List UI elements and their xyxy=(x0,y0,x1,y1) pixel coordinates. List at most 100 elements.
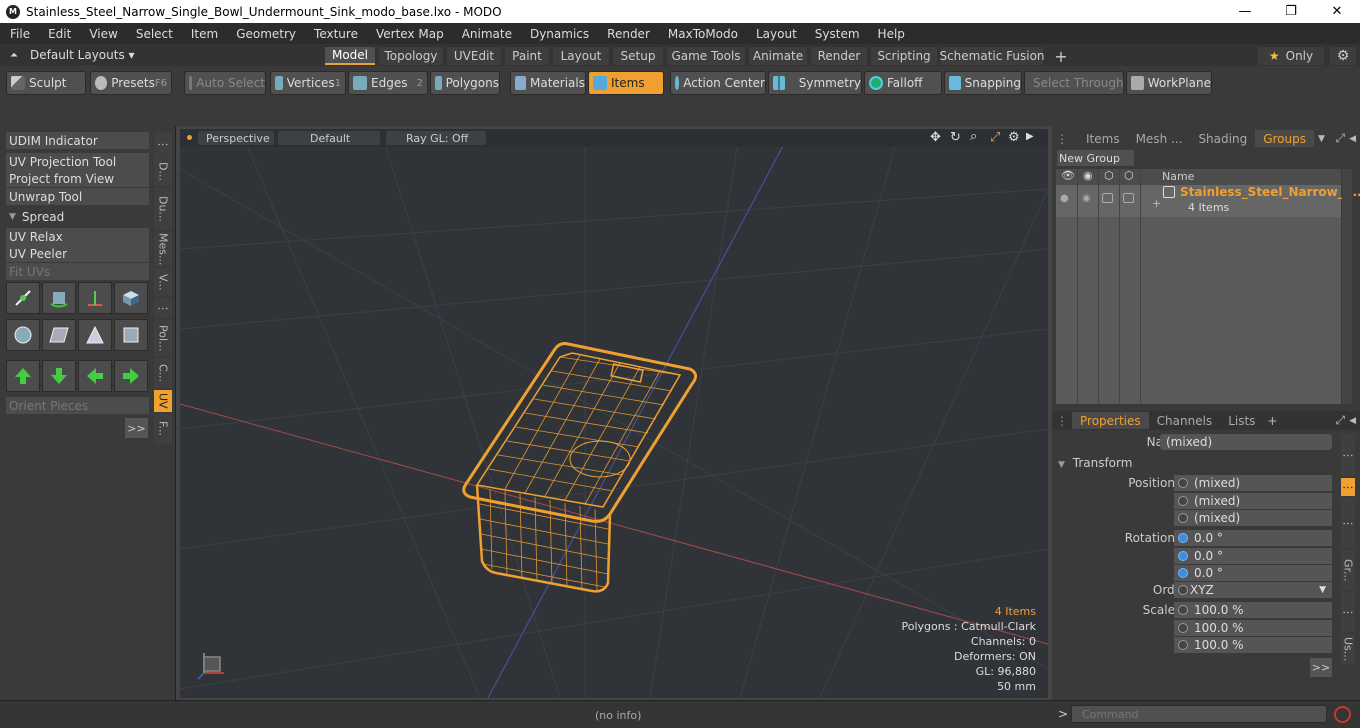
expand-panel-icon[interactable]: ⤢ xyxy=(1335,131,1345,146)
arrow-up-icon[interactable] xyxy=(6,360,40,392)
menu-animate[interactable]: Animate xyxy=(452,27,520,41)
tab-render[interactable]: Render xyxy=(811,47,867,65)
props-arrow-icon[interactable]: ◀ xyxy=(1349,416,1356,426)
position-y-field[interactable]: (mixed) xyxy=(1174,493,1332,509)
menu-edit[interactable]: Edit xyxy=(38,27,79,41)
menu-system[interactable]: System xyxy=(805,27,868,41)
polygons-button[interactable]: Polygons xyxy=(430,71,500,95)
maximize-view-icon[interactable]: ⤢ xyxy=(990,130,1000,145)
vtab-dots-2[interactable]: ⋮ xyxy=(154,298,172,318)
tab-channels[interactable]: Channels xyxy=(1149,412,1221,429)
uv-move-icon[interactable] xyxy=(78,282,112,314)
vtab-d[interactable]: D... xyxy=(154,156,172,186)
default-layouts-dropdown[interactable]: ⏶ Default Layouts ▾ xyxy=(0,44,180,66)
menu-select[interactable]: Select xyxy=(126,27,181,41)
add-props-tab-icon[interactable]: + xyxy=(1267,414,1277,428)
position-x-field[interactable]: (mixed) xyxy=(1174,475,1332,491)
uv-peeler-button[interactable]: UV Peeler xyxy=(6,245,149,262)
scale-y-field[interactable]: 100.0 % xyxy=(1174,620,1332,636)
row-render-icon[interactable]: ◉ xyxy=(1082,193,1091,204)
viewport-gear-icon[interactable]: ⚙ xyxy=(1008,130,1020,145)
only-toggle[interactable]: ★ Only xyxy=(1258,47,1324,65)
menu-view[interactable]: View xyxy=(79,27,125,41)
items-button[interactable]: Items xyxy=(588,71,664,95)
props-vtab-active[interactable]: ⋮ xyxy=(1341,478,1355,496)
menu-render[interactable]: Render xyxy=(597,27,658,41)
action-center-button[interactable]: Action Center xyxy=(670,71,766,95)
3d-viewport[interactable]: Perspective Default Ray GL: Off ✥ ↻ ⌕ ⤢ … xyxy=(180,129,1048,698)
row-eye-icon[interactable]: ● xyxy=(1060,193,1069,204)
render-icon[interactable]: ◉ xyxy=(1083,169,1093,182)
name-field[interactable]: (mixed) xyxy=(1160,434,1332,450)
command-input[interactable] xyxy=(1071,705,1327,723)
orient-pieces-button[interactable]: Orient Pieces xyxy=(6,397,149,414)
vtab-c[interactable]: C... xyxy=(154,358,172,388)
falloff-button[interactable]: Falloff xyxy=(864,71,942,95)
tab-scripting[interactable]: Scripting xyxy=(871,47,937,65)
gear-icon[interactable]: ⚙ xyxy=(1330,47,1356,65)
tab-layout[interactable]: Layout xyxy=(553,47,609,65)
order-dropdown[interactable]: XYZ ▼ xyxy=(1174,582,1332,598)
raygl-toggle[interactable]: Ray GL: Off xyxy=(386,131,486,145)
add-tab-button[interactable]: + xyxy=(1048,47,1074,66)
tab-game-tools[interactable]: Game Tools xyxy=(667,47,745,65)
perspective-dropdown[interactable]: Perspective xyxy=(198,131,274,145)
select-cube-icon[interactable]: ⬡ xyxy=(1124,169,1134,182)
row-select-checkbox[interactable] xyxy=(1123,193,1134,203)
tab-setup[interactable]: Setup xyxy=(613,47,663,65)
uv-rotate-icon[interactable] xyxy=(42,282,76,314)
menu-item[interactable]: Item xyxy=(181,27,226,41)
uv-transform-icon[interactable] xyxy=(6,282,40,314)
rotation-z-field[interactable]: 0.0 ° xyxy=(1174,565,1332,581)
arrow-right-icon[interactable] xyxy=(114,360,148,392)
menu-file[interactable]: File xyxy=(0,27,38,41)
props-vtab-dots-3[interactable]: ⋮ xyxy=(1341,592,1355,632)
props-vtab-dots-2[interactable]: ⋮ xyxy=(1341,498,1355,548)
menu-dynamics[interactable]: Dynamics xyxy=(520,27,597,41)
spread-section[interactable]: ▼ Spread xyxy=(6,208,149,225)
scale-z-field[interactable]: 100.0 % xyxy=(1174,637,1332,653)
select-through-button[interactable]: Select Through xyxy=(1024,71,1124,95)
arrow-left-icon[interactable] xyxy=(78,360,112,392)
tab-properties[interactable]: Properties xyxy=(1072,412,1149,429)
tab-schematic-fusion[interactable]: Schematic Fusion xyxy=(939,47,1045,65)
tab-paint[interactable]: Paint xyxy=(505,47,549,65)
vtab-mes[interactable]: Mes... xyxy=(154,232,172,266)
uv-relax-button[interactable]: UV Relax xyxy=(6,228,149,245)
name-column-header[interactable]: Name xyxy=(1162,170,1194,183)
menu-layout[interactable]: Layout xyxy=(746,27,805,41)
arrow-down-icon[interactable] xyxy=(42,360,76,392)
tab-lists[interactable]: Lists xyxy=(1220,412,1263,429)
props-vtab-us[interactable]: Us... xyxy=(1341,634,1355,664)
rotation-y-field[interactable]: 0.0 ° xyxy=(1174,548,1332,564)
vtab-v[interactable]: V... xyxy=(154,268,172,296)
rotate-view-icon[interactable]: ↻ xyxy=(950,130,961,145)
more-tools-button[interactable]: >> xyxy=(125,418,148,438)
tab-items[interactable]: Items xyxy=(1072,130,1128,147)
zoom-icon[interactable]: ⌕ xyxy=(970,129,977,144)
sculpt-button[interactable]: Sculpt xyxy=(6,71,86,95)
presets-button[interactable]: Presets F6 xyxy=(90,71,172,95)
record-macro-icon[interactable] xyxy=(1334,706,1351,723)
snapping-button[interactable]: Snapping xyxy=(944,71,1022,95)
expand-plus-icon[interactable]: + xyxy=(1152,197,1161,210)
tab-shading[interactable]: Shading xyxy=(1190,130,1255,147)
uv-box-icon[interactable] xyxy=(114,282,148,314)
tab-mesh[interactable]: Mesh ... xyxy=(1128,130,1191,147)
props-vtab-dots[interactable]: ⋮ xyxy=(1341,434,1355,476)
uv-sphere-icon[interactable] xyxy=(6,319,40,351)
workplane-button[interactable]: WorkPlane xyxy=(1126,71,1212,95)
menu-geometry[interactable]: Geometry xyxy=(226,27,304,41)
minimize-button[interactable]: — xyxy=(1222,0,1268,23)
pan-icon[interactable]: ✥ xyxy=(930,130,941,145)
vertices-button[interactable]: Vertices 1 xyxy=(270,71,346,95)
uv-projection-tool-button[interactable]: UV Projection Tool xyxy=(6,153,149,170)
unwrap-tool-button[interactable]: Unwrap Tool xyxy=(6,188,149,205)
menu-help[interactable]: Help xyxy=(868,27,913,41)
symmetry-button[interactable]: Symmetry xyxy=(768,71,862,95)
project-from-view-button[interactable]: Project from View xyxy=(6,170,149,187)
vtab-f[interactable]: F... xyxy=(154,414,172,444)
lock-cube-icon[interactable]: ⬡ xyxy=(1104,169,1114,182)
viewport-menu-arrow-icon[interactable]: ▶ xyxy=(1026,131,1034,142)
row-lock-checkbox[interactable] xyxy=(1102,193,1113,203)
